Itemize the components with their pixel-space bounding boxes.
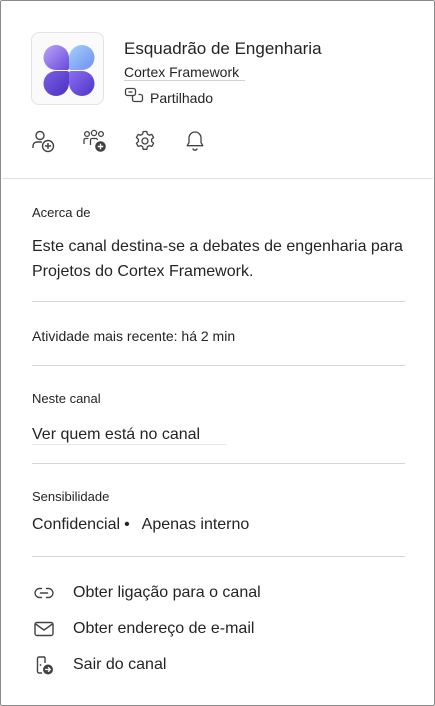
divider — [32, 463, 405, 464]
channel-logo-icon — [43, 45, 95, 96]
members-label: Neste canal — [32, 391, 101, 406]
shared-label: Partilhado — [150, 90, 214, 106]
add-member-button[interactable] — [29, 129, 57, 157]
get-channel-link-label: Obter ligação para o canal — [73, 584, 261, 601]
get-email-address-button[interactable]: Obter endereço de e-mail — [32, 617, 254, 641]
divider — [32, 365, 405, 366]
channel-title: Esquadrão de Engenharia — [124, 39, 322, 58]
settings-button[interactable] — [131, 129, 159, 157]
get-email-address-label: Obter endereço de e-mail — [73, 620, 255, 637]
shared-channel-icon — [124, 87, 144, 110]
channel-info-card: Esquadrão de Engenharia Cortex Framework… — [0, 0, 435, 706]
leave-channel-button[interactable]: Sair do canal — [32, 653, 166, 677]
shared-indicator: Partilhado — [124, 87, 213, 109]
add-member-icon — [30, 128, 56, 159]
link-icon — [32, 581, 56, 605]
divider — [32, 556, 405, 557]
about-text-line-2: Projetos do Cortex Framework. — [32, 263, 254, 280]
mail-icon — [32, 617, 56, 641]
add-team-icon — [82, 128, 108, 159]
recent-activity: Atividade mais recente: há 2 min — [32, 328, 236, 344]
sensitivity-level: Confidencial — [32, 516, 121, 533]
about-text-line-1: Este canal destina-se a debates de engen… — [32, 238, 403, 255]
notifications-button[interactable] — [181, 129, 209, 157]
sensitivity-value: Confidencial • Apenas interno — [32, 516, 249, 534]
team-name[interactable]: Cortex Framework — [124, 64, 246, 81]
leave-channel-label: Sair do canal — [73, 656, 167, 673]
sensitivity-scope: Apenas interno — [141, 516, 250, 533]
settings-icon — [133, 129, 157, 158]
bell-icon — [183, 129, 207, 158]
about-label: Acerca de — [32, 205, 91, 220]
header-divider — [2, 178, 433, 179]
divider — [32, 301, 405, 302]
channel-logo — [31, 32, 104, 105]
leave-icon — [32, 653, 56, 677]
add-team-button[interactable] — [81, 129, 109, 157]
sensitivity-label: Sensibilidade — [32, 489, 110, 504]
sensitivity-separator: • — [124, 516, 130, 533]
view-members-link[interactable]: Ver quem está no canal — [32, 425, 227, 445]
get-channel-link-button[interactable]: Obter ligação para o canal — [32, 581, 261, 605]
